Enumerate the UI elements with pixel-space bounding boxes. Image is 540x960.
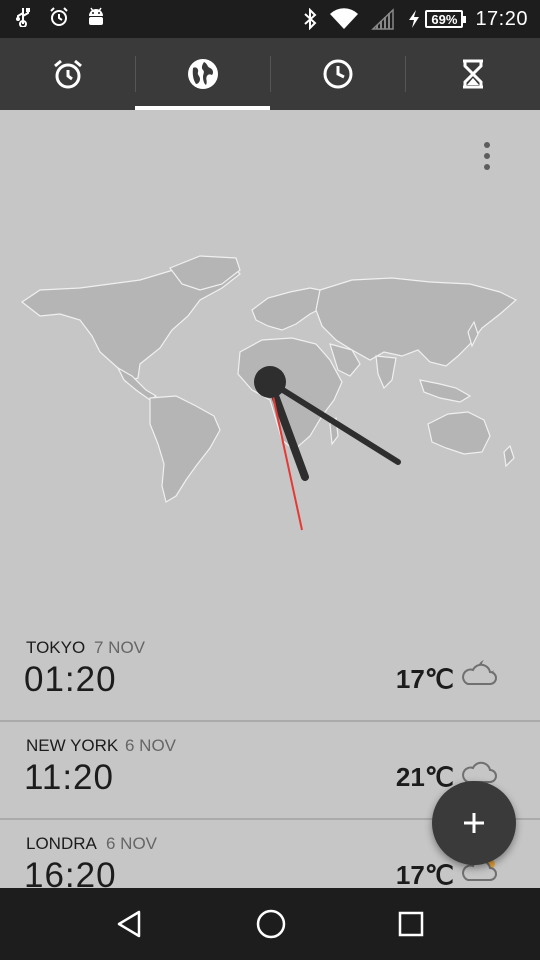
- signal-icon: [371, 8, 395, 30]
- city-date: 7 NOV: [94, 638, 146, 657]
- hourglass-icon: [462, 59, 483, 89]
- usb-icon: [16, 8, 30, 27]
- wifi-icon: [330, 8, 359, 29]
- home-icon[interactable]: [255, 908, 287, 940]
- battery-indicator: 69%: [407, 9, 467, 29]
- globe-icon: [187, 59, 218, 89]
- status-bar: 69% 17:20: [0, 0, 540, 38]
- city-time: 16:20: [24, 856, 117, 888]
- navigation-bar: [0, 888, 540, 960]
- recents-icon[interactable]: [397, 910, 425, 938]
- city-name: TOKYO: [26, 638, 86, 657]
- world-map: [20, 255, 518, 531]
- tab-stopwatch[interactable]: [270, 38, 405, 110]
- status-time: 17:20: [475, 7, 528, 30]
- city-time: 01:20: [24, 660, 117, 699]
- plus-icon: [464, 813, 484, 833]
- android-icon: [89, 7, 103, 25]
- city-row-tokyo[interactable]: TOKYO 7 NOV 01:20 17℃: [0, 624, 540, 722]
- back-icon[interactable]: [115, 909, 145, 939]
- city-temperature: 17℃: [395, 860, 454, 888]
- clock-center: [254, 366, 286, 398]
- city-name: NEW YORK: [26, 736, 119, 755]
- alarm-clock-icon: [53, 59, 82, 89]
- city-temperature: 21℃: [395, 762, 454, 792]
- city-date: 6 NOV: [125, 736, 177, 755]
- charging-icon: [409, 10, 420, 28]
- tab-timer[interactable]: [405, 38, 540, 110]
- add-city-button[interactable]: [432, 781, 516, 865]
- system-icons: 69% 17:20: [303, 6, 528, 32]
- tab-bar: [0, 38, 540, 110]
- clock-icon: [323, 59, 352, 89]
- alarm-icon: [50, 7, 68, 26]
- bluetooth-icon: [304, 8, 317, 30]
- partly-cloudy-night-icon: [462, 660, 497, 685]
- city-time: 11:20: [24, 758, 114, 797]
- tab-world-clock[interactable]: [135, 38, 270, 110]
- notification-icons: [14, 6, 106, 28]
- city-date: 6 NOV: [106, 834, 158, 853]
- tab-alarm[interactable]: [0, 38, 135, 110]
- battery-level: 69%: [425, 10, 467, 28]
- world-clock-page: TOKYO 7 NOV 01:20 17℃ NEW YORK 6 NOV 11:…: [0, 110, 540, 888]
- city-name: LONDRA: [26, 834, 97, 853]
- overflow-menu-icon[interactable]: [482, 142, 492, 170]
- city-temperature: 17℃: [395, 664, 454, 694]
